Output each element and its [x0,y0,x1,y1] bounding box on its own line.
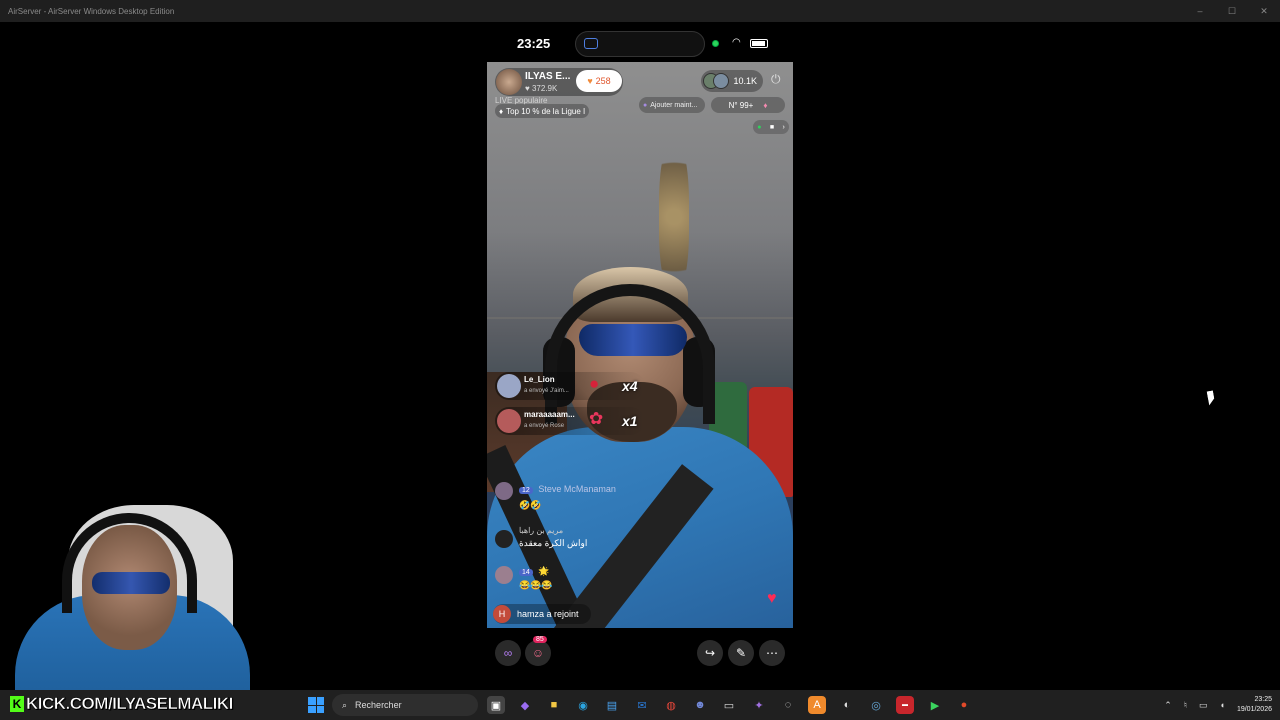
mini-controls[interactable]: ● ■ › [753,120,789,134]
gift-avatar [497,374,521,398]
viewer-count[interactable]: 10.1K [701,70,763,92]
app-red-icon[interactable]: ▬ [896,696,914,714]
share-icon[interactable]: ↪ [697,640,723,666]
floating-heart-icon: ♥ [767,590,777,607]
chat-avatar [495,530,513,548]
chat-message[interactable]: 14 🌟 😂😂😂 [495,566,695,596]
add-now-button[interactable]: ● Ajouter maint... [639,97,705,113]
chat-message[interactable]: 12 Steve McManaman 🤣🤣 [495,482,695,518]
microphone-icon[interactable]: ♮ [1184,700,1187,711]
camera-indicator-icon [712,40,719,47]
copilot-icon[interactable]: ◆ [516,696,534,714]
dynamic-island [575,31,705,57]
kick-logo-icon: K [10,696,24,712]
task-view-icon[interactable]: ▣ [487,696,505,714]
mouse-cursor-icon [1206,390,1216,406]
chat-avatar [495,482,513,500]
join-notification: H hamza a rejoint [493,604,591,624]
host-name: ILYAS E... [525,71,571,82]
dot-icon: ● [757,123,762,131]
magic-wand-icon[interactable]: ✎ [728,640,754,666]
level-badge: 12 [519,487,533,494]
joined-avatar: H [493,605,511,623]
sunglasses [579,324,687,356]
link-icon[interactable]: ∞ [495,640,521,666]
hanging-lamp [659,142,689,292]
steam-icon[interactable]: ◎ [867,696,885,714]
diamond-icon: ♦ [499,106,504,116]
store-icon[interactable]: ▤ [603,696,621,714]
screen-mirror-icon [584,38,598,49]
chat-text: 😂😂😂 [519,580,553,590]
webcam-sunglasses [92,572,170,594]
system-tray: ⌃ ♮ ▭ ◖ 23:25 19/01/2026 [1164,690,1272,720]
host-likes: ♥ 372.9K [525,84,558,93]
file-explorer-icon[interactable]: ■ [545,696,563,714]
close-button[interactable]: ✕ [1248,0,1280,22]
more-icon[interactable]: ⋯ [759,640,785,666]
search-box[interactable]: ⌕ Rechercher [332,694,478,716]
volume-icon[interactable]: ◖ [1220,700,1225,710]
obs-icon[interactable]: ● [955,696,973,714]
chat-text: 🤣🤣 [519,500,542,510]
battery-icon [750,39,768,48]
chat-text: اواش الكرة معقدة [519,538,588,548]
chat-avatar [495,566,513,584]
outlook-icon[interactable]: ✉ [633,696,651,714]
kick-app-icon[interactable]: ▶ [926,696,944,714]
minimize-button[interactable]: – [1184,0,1216,22]
webcam-overlay [0,495,255,695]
window-title: AirServer - AirServer Windows Desktop Ed… [8,6,175,16]
heart-icon: ♥ [587,76,593,86]
camera-icon: ■ [769,123,775,131]
wifi-icon: ◠ [732,37,741,48]
chevron-right-icon: › [782,123,785,131]
airserver-icon[interactable]: ◌ [779,696,797,714]
window-titlebar: AirServer - AirServer Windows Desktop Ed… [0,0,1280,22]
kick-overlay: K KICK.COM/ILYASELMALIKI [10,694,250,714]
live-bottom-bar: ∞ ☺ 85 ↪ ✎ ⋯ [487,632,793,672]
search-icon: ⌕ [342,699,348,710]
chevron-up-icon[interactable]: ⌃ [1164,700,1172,711]
app-icon[interactable]: ◐ [838,696,856,714]
chat-user: مريم بن راهبا [519,526,564,535]
power-icon[interactable]: ⏻ [771,72,781,87]
chrome-icon[interactable]: ◍ [662,696,680,714]
chat-message[interactable]: مريم بن راهبا اواش الكرة معقدة [495,526,695,556]
level-badge: 14 [519,569,533,576]
chat-user: 🌟 [538,566,550,576]
start-button[interactable] [308,697,324,713]
host-avatar[interactable] [496,69,522,95]
guests-icon[interactable]: ☺ [525,640,551,666]
guests-badge: 85 [533,636,547,643]
gift-avatar [497,409,521,433]
gem-icon: ♦ [763,100,768,110]
app-a-icon[interactable]: A [808,696,826,714]
gift-notification: maraaaaam... a envoyé Rose ✿ x1 [495,407,645,435]
follow-button[interactable]: ♥ 258 [576,70,622,92]
heart-globe-icon: ● [589,374,600,393]
discord-icon[interactable]: ☻ [691,696,709,714]
ios-status-bar: 23:25 ◠ [487,22,793,66]
league-badge[interactable]: ♦ Top 10 % de la Ligue I [495,104,590,118]
kick-url: KICK.COM/ILYASELMALIKI [26,694,234,714]
capture-icon[interactable]: ▭ [720,696,738,714]
edge-icon[interactable]: ◉ [574,696,592,714]
network-icon[interactable]: ▭ [1199,700,1208,711]
tray-clock[interactable]: 23:25 19/01/2026 [1237,695,1272,715]
rank-badge[interactable]: N° 99+ ♦ [711,97,785,113]
viewer-avatar [713,73,729,89]
phone-mirror: 23:25 ◠ ILYAS E... ♥ 372.9K ♥ 258 10.1K … [487,22,793,690]
gamepad-icon[interactable]: ✦ [750,696,768,714]
chat-user: Steve McManaman [538,484,616,494]
circle-icon: ● [643,101,648,109]
rose-icon: ✿ [589,409,604,428]
gift-notification: Le_Lion a envoyé J'aim... ● x4 [495,372,645,400]
window-controls: – ☐ ✕ [1184,0,1280,22]
status-time: 23:25 [517,36,551,51]
maximize-button[interactable]: ☐ [1216,0,1248,22]
follow-count: 258 [595,76,611,86]
